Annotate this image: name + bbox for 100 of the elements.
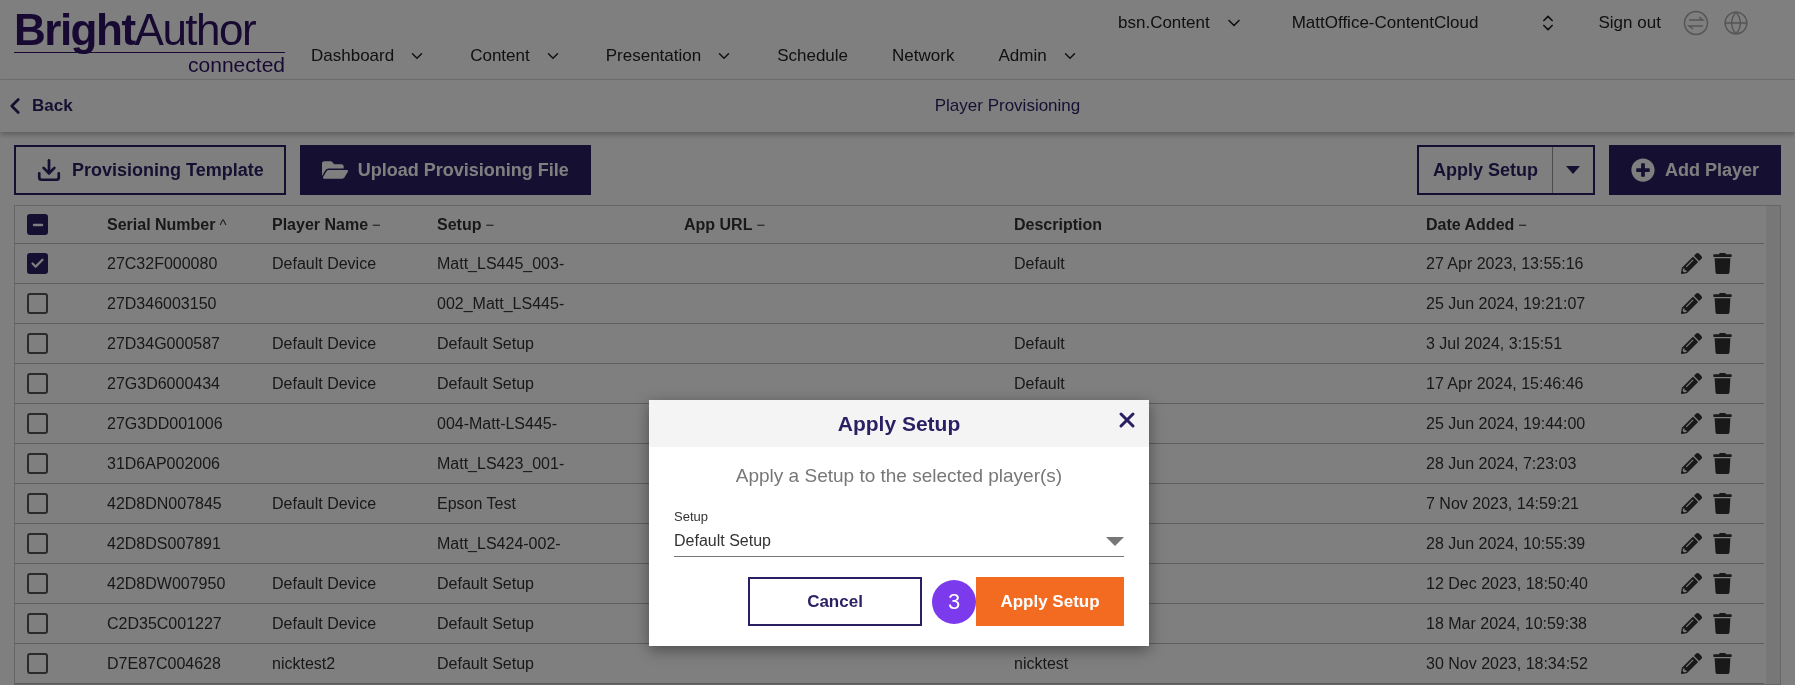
- table-cell-text: Default: [1013, 334, 1066, 353]
- table-cell-text: Default Device: [271, 614, 378, 633]
- row-checkbox[interactable]: [27, 333, 48, 354]
- table-cell-text: Default: [1013, 374, 1066, 393]
- pencil-icon[interactable]: [1681, 453, 1702, 474]
- column-header[interactable]: Date Added −: [1414, 215, 1671, 234]
- pencil-icon[interactable]: [1681, 573, 1702, 594]
- nav-item[interactable]: Schedule: [777, 46, 849, 66]
- table-cell-text: C2D35C001227: [106, 614, 223, 633]
- step-badge: 3: [932, 579, 976, 624]
- pencil-icon[interactable]: [1681, 253, 1702, 274]
- trash-icon[interactable]: [1712, 533, 1733, 554]
- table-cell-text: Matt_LS424-002-: [436, 534, 562, 553]
- table-cell-text: Matt_LS445_003-: [436, 254, 566, 273]
- trash-icon[interactable]: [1712, 373, 1733, 394]
- pencil-icon[interactable]: [1681, 493, 1702, 514]
- trash-icon[interactable]: [1712, 493, 1733, 514]
- sort-mark[interactable]: −: [485, 216, 495, 233]
- table-cell-text: Default Setup: [436, 574, 535, 593]
- logo-name: BrightAuthor: [14, 8, 285, 53]
- row-checkbox[interactable]: [27, 413, 48, 434]
- sort-mark[interactable]: −: [372, 216, 381, 233]
- pencil-icon[interactable]: [1681, 653, 1702, 674]
- table-cell-text: 25 Jun 2024, 19:44:00: [1425, 414, 1587, 433]
- row-checkbox[interactable]: [27, 573, 48, 594]
- sort-mark[interactable]: ^: [219, 216, 227, 233]
- back-link[interactable]: Back: [0, 93, 400, 119]
- sign-out-link[interactable]: Sign out: [1598, 13, 1661, 33]
- row-checkbox[interactable]: [27, 493, 48, 514]
- table-cell-text: Default Device: [271, 574, 378, 593]
- table-cell-text: Default Device: [271, 374, 378, 393]
- nav-item[interactable]: Network: [892, 46, 955, 66]
- trash-icon[interactable]: [1712, 253, 1733, 274]
- table-cell-text: 12 Dec 2023, 18:50:40: [1425, 574, 1589, 593]
- template-button[interactable]: Provisioning Template: [14, 145, 286, 195]
- nav-item[interactable]: Content: [470, 46, 562, 66]
- row-checkbox[interactable]: [27, 533, 48, 554]
- table-cell-text: Default Device: [271, 494, 378, 513]
- column-header[interactable]: Serial Number ^: [95, 215, 260, 234]
- switch-icon[interactable]: [1682, 10, 1709, 36]
- row-checkbox[interactable]: [27, 653, 48, 674]
- trash-icon[interactable]: [1712, 293, 1733, 314]
- apply-setup-split-button[interactable]: Apply Setup: [1416, 145, 1595, 195]
- column-header[interactable]: App URL −: [672, 215, 1002, 234]
- table-cell-text: 004-Matt-LS445-: [436, 414, 559, 433]
- row-checkbox[interactable]: [27, 613, 48, 634]
- trash-icon[interactable]: [1712, 613, 1733, 634]
- column-header[interactable]: Player Name −: [260, 215, 425, 234]
- table-cell-text: 002_Matt_LS445-: [436, 294, 566, 313]
- trash-icon[interactable]: [1712, 453, 1733, 474]
- table-cell-text: 27G3D6000434: [106, 374, 221, 393]
- table-cell-text: 30 Nov 2023, 18:34:52: [1425, 654, 1589, 673]
- dialog-message: Apply a Setup to the selected player(s): [734, 465, 1064, 487]
- scrollbar[interactable]: [1766, 206, 1780, 684]
- cancel-button[interactable]: Cancel: [748, 577, 922, 626]
- table-cell-text: nicktest: [1013, 654, 1070, 673]
- pencil-icon[interactable]: [1681, 533, 1702, 554]
- select-all-checkbox[interactable]: [27, 214, 48, 235]
- sort-mark[interactable]: −: [756, 216, 766, 233]
- column-header[interactable]: Description: [1002, 215, 1414, 234]
- row-checkbox[interactable]: [27, 253, 48, 274]
- add-player-button[interactable]: Add Player: [1608, 145, 1781, 195]
- table-cell-text: 27 Apr 2023, 13:55:16: [1425, 254, 1585, 273]
- table-cell-text: Default Setup: [436, 374, 535, 393]
- pencil-icon[interactable]: [1681, 293, 1702, 314]
- row-checkbox[interactable]: [27, 293, 48, 314]
- download-icon: [36, 157, 62, 183]
- nav-item[interactable]: Admin: [998, 46, 1079, 66]
- table-cell-text: 31D6AP002006: [106, 454, 221, 473]
- table-cell-text: Default: [1013, 254, 1066, 273]
- pencil-icon[interactable]: [1681, 413, 1702, 434]
- plus-icon: [1630, 158, 1655, 182]
- apply-setup-button[interactable]: Apply Setup: [976, 577, 1124, 626]
- trash-icon[interactable]: [1712, 653, 1733, 674]
- setup-dropdown[interactable]: Default Setup: [674, 530, 1124, 557]
- network-selector[interactable]: MattOffice-ContentCloud: [1291, 13, 1559, 33]
- table-cell-text: 18 Mar 2024, 10:59:38: [1425, 614, 1588, 633]
- pencil-icon[interactable]: [1681, 373, 1702, 394]
- row-checkbox[interactable]: [27, 453, 48, 474]
- trash-icon[interactable]: [1712, 573, 1733, 594]
- account-selector[interactable]: bsn.Content: [1118, 13, 1244, 33]
- column-header[interactable]: Setup −: [425, 215, 672, 234]
- table-cell-text: 28 Jun 2024, 10:55:39: [1425, 534, 1587, 553]
- trash-icon[interactable]: [1712, 333, 1733, 354]
- row-checkbox[interactable]: [27, 373, 48, 394]
- table-cell-text: Default Device: [271, 334, 378, 353]
- table-cell-text: 3 Jul 2024, 3:15:51: [1425, 334, 1564, 353]
- sort-mark[interactable]: −: [1518, 216, 1528, 233]
- pencil-icon[interactable]: [1681, 333, 1702, 354]
- trash-icon[interactable]: [1712, 413, 1733, 434]
- pencil-icon[interactable]: [1681, 613, 1702, 634]
- table-cell-text: Default Setup: [436, 614, 535, 633]
- page-title: Player Provisioning: [933, 96, 1082, 116]
- table-cell-text: Default Device: [271, 254, 378, 273]
- upload-button[interactable]: Upload Provisioning File: [299, 145, 591, 195]
- table-cell-text: nicktest2: [271, 654, 337, 673]
- table-cell-text: 27C32F000080: [106, 254, 219, 273]
- nav-item[interactable]: Dashboard: [311, 46, 427, 66]
- nav-item[interactable]: Presentation: [605, 46, 734, 66]
- caret-icon: [1106, 536, 1124, 546]
